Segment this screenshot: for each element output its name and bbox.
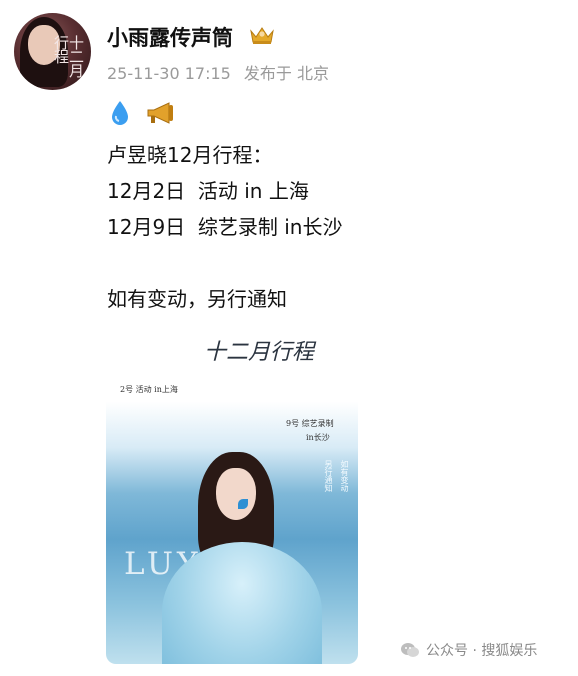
poster-right-note-2: in长沙 (306, 433, 330, 442)
watermark-text: 公众号 · 搜狐娱乐 (426, 643, 538, 659)
post-line-2: 12月2日 活动 in 上海 (107, 179, 309, 203)
poster-side-1: 如有变动 (340, 460, 349, 492)
post-line-1: 卢昱晓12月行程： (107, 143, 273, 167)
avatar-calligraphy: 十二月行程 (52, 35, 85, 77)
emoji-row (110, 100, 177, 128)
poster-face (216, 468, 256, 520)
post-meta: 25-11-30 17:15 发布于 北京 (107, 60, 329, 84)
poster-left-note: 2号 活动 in上海 (120, 385, 178, 394)
post-image[interactable]: 十二月行程 2号 活动 in上海 9号 综艺录制 in长沙 LUY AO 如有变… (106, 336, 358, 664)
poster-dress (162, 542, 322, 664)
avatar[interactable]: 十二月行程 (14, 13, 91, 90)
megaphone-icon (147, 102, 174, 124)
wechat-icon (401, 643, 419, 657)
watermark: 公众号 · 搜狐娱乐 (400, 640, 537, 660)
post-line-3: 12月9日 综艺录制 in长沙 (107, 215, 343, 239)
post-line-4: 如有变动，另行通知 (107, 287, 287, 311)
poster-calligraphy: 十二月行程 (204, 340, 315, 365)
poster-side-text: 如有变动 另行通知 (318, 460, 350, 492)
droplet-icon (112, 101, 128, 125)
poster-side-2: 另行通知 (324, 460, 333, 492)
post-date: 25-11-30 17:15 (107, 64, 231, 83)
poster-right-note-1: 9号 综艺录制 (286, 419, 334, 428)
username[interactable]: 小雨露传声筒 (107, 22, 233, 52)
crown-icon (250, 27, 274, 44)
post-location: 发布于 北京 (243, 64, 330, 83)
butterfly-icon (238, 499, 248, 509)
